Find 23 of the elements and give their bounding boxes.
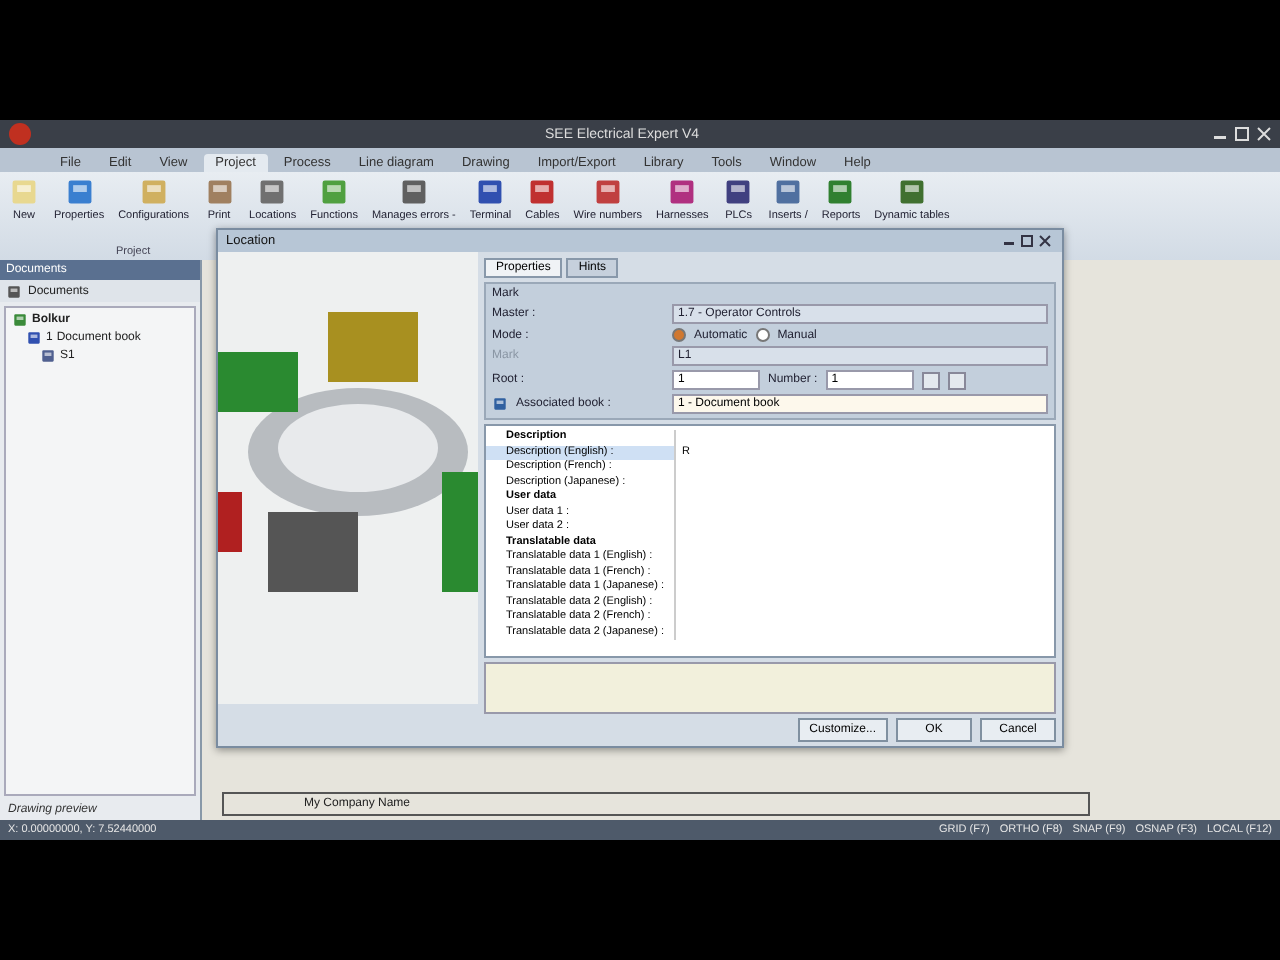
tool-icon [203,176,236,208]
tool-icon [474,176,507,208]
tool-icon [397,176,430,208]
tool-icon [895,176,928,208]
tool-icon [666,176,699,208]
app-logo-icon[interactable] [8,122,32,146]
tool-icon [772,176,805,208]
book-icon [492,396,508,412]
radio-button[interactable] [755,328,770,342]
tool-icon [137,176,170,208]
tool-icon [591,176,624,208]
tool-icon [63,176,96,208]
document-icon [6,283,22,299]
tool-icon [256,176,289,208]
tool-icon [526,176,559,208]
tool-icon [824,176,857,208]
window-controls-icon[interactable] [1002,234,1054,248]
tool-icon [8,176,40,208]
tool-icon [318,176,351,208]
memo-field[interactable] [484,662,1056,714]
tool-icon [722,176,755,208]
radio-button[interactable] [672,328,686,342]
window-controls-icon[interactable] [1212,126,1272,142]
